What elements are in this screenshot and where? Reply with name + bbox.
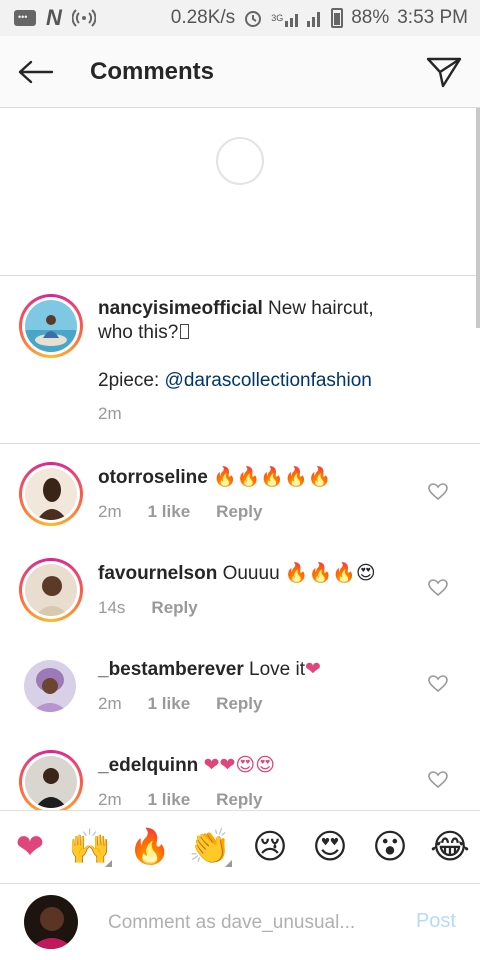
avatar[interactable]: [24, 660, 76, 712]
heart-icon[interactable]: [428, 579, 448, 597]
network-type: 3G: [271, 13, 284, 23]
like-count[interactable]: 1 like: [148, 694, 191, 714]
caption-text: nancyisimeofficial New haircut, who this…: [98, 297, 374, 393]
comment-time: 14s: [98, 598, 126, 617]
current-user-avatar: [24, 895, 78, 949]
reply-button[interactable]: Reply: [151, 598, 197, 618]
avatar[interactable]: [19, 294, 83, 358]
comment-username[interactable]: _edelquinn: [98, 755, 198, 776]
comment-body: Love it: [243, 659, 306, 680]
comment-emoji: 🔥🔥🔥🔥🔥: [213, 467, 332, 488]
battery-icon: [331, 8, 344, 28]
share-button[interactable]: [408, 36, 480, 108]
unknown-glyph: [180, 324, 190, 339]
comment-body: Ouuuu: [217, 563, 280, 584]
page-title: Comments: [90, 57, 215, 85]
like-count[interactable]: 1 like: [148, 502, 191, 522]
comment-emoji: 🔥🔥🔥😍: [284, 563, 376, 584]
emoji-clap-button[interactable]: 👏: [188, 825, 232, 869]
comment-username[interactable]: otorroseline: [98, 467, 208, 488]
avatar[interactable]: [19, 750, 83, 810]
heart-icon[interactable]: [428, 483, 448, 501]
post-button[interactable]: Post: [416, 910, 456, 933]
comment-text: _bestamberever Love it❤: [98, 658, 321, 682]
post-loading-area: [0, 108, 480, 276]
reply-button[interactable]: Reply: [216, 694, 262, 714]
raised-hands-icon: 🙌: [68, 827, 112, 867]
caption-line-2: who this?: [98, 322, 179, 343]
message-icon: [14, 10, 36, 26]
hotspot-icon: [71, 9, 96, 27]
arrow-left-icon: [18, 60, 54, 83]
comment-text: otorroseline 🔥🔥🔥🔥🔥: [98, 466, 331, 490]
comment-composer: Post: [0, 884, 480, 960]
clap-icon: 👏: [188, 827, 232, 867]
emoji-heart-eyes-button[interactable]: 😍: [308, 825, 352, 869]
avatar-image: [25, 756, 77, 808]
paper-plane-icon: [426, 57, 462, 87]
emoji-raised-hands-button[interactable]: 🙌: [68, 825, 112, 869]
reply-button[interactable]: Reply: [216, 502, 262, 522]
comment-meta: 14s Reply: [98, 598, 224, 618]
back-button[interactable]: [0, 36, 72, 108]
caption-line-1: New haircut,: [262, 298, 374, 319]
signal-icon: 3G: [271, 9, 323, 27]
caption-time: 2m: [98, 404, 122, 423]
caption-meta: 2m: [98, 404, 148, 424]
comment-text: _edelquinn ❤❤😍😍: [98, 754, 275, 778]
network-speed: 0.28K/s: [170, 7, 236, 28]
avatar[interactable]: [19, 462, 83, 526]
skin-tone-indicator: [225, 860, 232, 867]
comment-meta: 2m 1 like Reply: [98, 502, 288, 522]
comment-emoji: ❤❤😍😍: [203, 755, 276, 776]
emoji-laugh-button[interactable]: 😂: [428, 825, 472, 869]
avatar[interactable]: [19, 558, 83, 622]
caption-username[interactable]: nancyisimeofficial: [98, 298, 263, 319]
emoji-surprised-button[interactable]: 😮: [368, 825, 412, 869]
alarm-icon: [243, 8, 263, 28]
avatar-image: [25, 300, 77, 352]
emoji-fire-button[interactable]: 🔥: [128, 825, 172, 869]
avatar-image: [25, 468, 77, 520]
mention-link[interactable]: @darascollectionfashion: [165, 370, 372, 391]
comment-item: otorroseline 🔥🔥🔥🔥🔥 2m 1 like Reply: [0, 444, 480, 540]
emoji-cry-button[interactable]: 😢: [248, 825, 292, 869]
comment-item: favournelson Ouuuu 🔥🔥🔥😍 14s Reply: [0, 540, 480, 636]
comment-time: 2m: [98, 502, 122, 521]
battery-percent: 88%: [351, 7, 390, 28]
avatar-image: [25, 564, 77, 616]
like-count[interactable]: 1 like: [148, 790, 191, 810]
reply-button[interactable]: Reply: [216, 790, 262, 810]
loading-spinner: [216, 137, 264, 185]
comment-time: 2m: [98, 694, 122, 713]
caption-line-3: 2piece:: [98, 370, 165, 391]
header: Comments: [0, 36, 480, 108]
comment-meta: 2m 1 like Reply: [98, 790, 288, 810]
emoji-quick-bar: ❤ 🙌 🔥 👏 😢 😍 😮 😂: [0, 810, 480, 884]
comment-time: 2m: [98, 790, 122, 809]
emoji-heart-button[interactable]: ❤: [8, 825, 52, 869]
skin-tone-indicator: [105, 860, 112, 867]
clock: 3:53 PM: [397, 7, 468, 28]
comment-text: favournelson Ouuuu 🔥🔥🔥😍: [98, 562, 376, 586]
n-app-icon: N: [46, 5, 62, 30]
comment-item: _edelquinn ❤❤😍😍 2m 1 like Reply: [0, 732, 480, 810]
heart-icon[interactable]: [428, 675, 448, 693]
status-bar: N 0.28K/s 3G 88% 3:53 PM: [0, 0, 480, 36]
comment-username[interactable]: favournelson: [98, 563, 217, 584]
heart-icon[interactable]: [428, 771, 448, 789]
comment-emoji: ❤: [305, 659, 321, 680]
comment-username[interactable]: _bestamberever: [98, 659, 244, 680]
caption: nancyisimeofficial New haircut, who this…: [0, 276, 480, 444]
comment-input[interactable]: [108, 908, 393, 938]
comment-meta: 2m 1 like Reply: [98, 694, 288, 714]
comment-item: _bestamberever Love it❤ 2m 1 like Reply: [0, 636, 480, 732]
